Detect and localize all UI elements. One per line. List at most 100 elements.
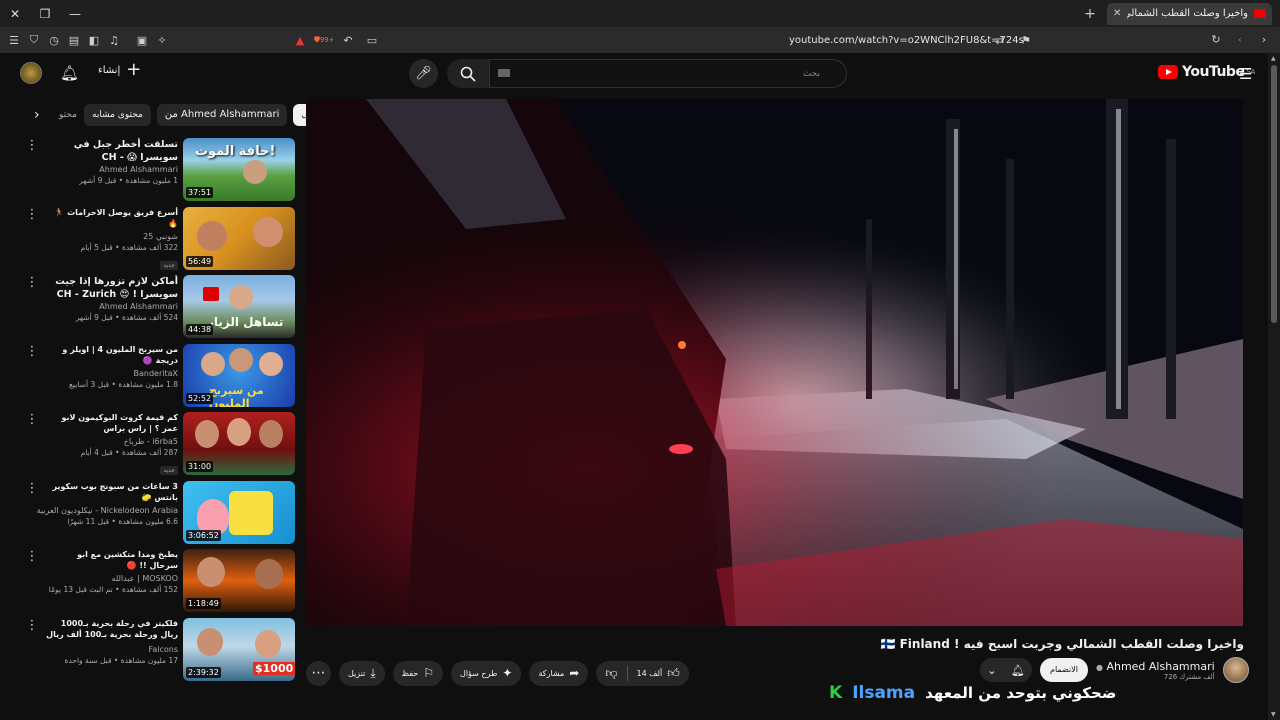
download-button[interactable]: تنزيل ⤓ <box>339 660 385 686</box>
list-item[interactable]: ⋮ أماكن لازم تزورها إذا جيت سويسرا ! 😍 C… <box>20 275 296 344</box>
video-player[interactable] <box>306 99 1243 626</box>
channel-name[interactable]: ● Ahmed Alshammari <box>1096 660 1215 673</box>
video-thumbnail[interactable]: من سيربح المليون 52:52 <box>183 343 295 407</box>
video-stats: 6.6 مليون مشاهدة • قبل 11 شهرًا <box>67 516 178 526</box>
chip-partial[interactable]: محتو <box>56 104 78 126</box>
tabs-icon[interactable]: ▤ <box>66 32 82 48</box>
notifications-icon[interactable]: 🔔︎ <box>60 64 79 82</box>
create-button[interactable]: إنشاء + <box>98 61 141 79</box>
search-input[interactable]: بحث <box>489 59 847 88</box>
minimize-window-icon[interactable]: — <box>60 0 90 27</box>
restore-window-icon[interactable]: ❐ <box>30 0 60 27</box>
forward-icon[interactable]: › <box>1256 31 1272 47</box>
thumb-text: حافة الموت! <box>195 144 276 159</box>
scroll-down-icon[interactable]: ▼ <box>1271 711 1276 718</box>
channel-name[interactable]: Ahmed Alshammari <box>46 165 178 174</box>
video-title[interactable]: تسلقت أخطر جبل في سويسرا 😱 - CH Switzerl… <box>46 138 178 162</box>
scroll-thumb[interactable] <box>1271 65 1277 323</box>
guide-menu-icon[interactable]: ☰ <box>1239 65 1252 83</box>
list-item[interactable]: ⋮ أسرع فريق يوصل الاحرامات 🏃 🔥 شونبي 25 … <box>20 206 296 276</box>
channel-name[interactable]: شونبي 25 <box>46 232 178 241</box>
chip-from-channel[interactable]: من Ahmed Alshammari <box>156 104 288 126</box>
channel-name[interactable]: BanderitaX <box>46 369 179 378</box>
dislike-button[interactable]: 👎︎ <box>596 661 626 686</box>
more-options-icon[interactable]: ⋮ <box>24 275 40 290</box>
undo-icon[interactable]: ↶ <box>340 32 356 48</box>
video-title[interactable]: أماكن لازم تزورها إذا جيت سويسرا ! 😍 CH … <box>46 275 178 299</box>
more-options-icon[interactable]: ⋮ <box>24 481 40 496</box>
more-options-icon[interactable]: ⋮ <box>24 207 40 222</box>
list-item[interactable]: ⋮ 3 ساعات من سبونج بوب سكوير بانتس 🧽 Nic… <box>20 480 296 550</box>
more-actions-button[interactable]: ⋯ <box>306 660 331 686</box>
video-duration: 44:38 <box>186 324 214 335</box>
ask-button[interactable]: طرح سؤال ✦ <box>451 660 522 686</box>
channel-name[interactable]: Ahmed Alshammari <box>46 302 178 311</box>
list-item[interactable]: ⋮ تسلقت أخطر جبل في سويسرا 😱 - CH Switze… <box>20 138 296 207</box>
channel-name[interactable]: Falcons <box>46 645 178 654</box>
list-item[interactable]: ⋮ من سيربح المليون 4 | اويلر و دريجة 🟣 B… <box>20 343 296 413</box>
page-scrollbar[interactable]: ▲ ▼ <box>1268 53 1280 720</box>
more-options-icon[interactable]: ⋮ <box>24 344 40 359</box>
reader-icon[interactable]: ▣ <box>134 32 150 48</box>
video-thumbnail[interactable]: 31:00 <box>183 412 295 475</box>
search-button[interactable] <box>447 59 489 88</box>
close-tab-icon[interactable]: ✕ <box>1113 8 1121 19</box>
more-options-icon[interactable]: ⋮ <box>24 618 40 633</box>
shield-icon[interactable]: ⛉ <box>26 32 42 48</box>
notification-bell-button[interactable]: ⌄ 🔔︎ <box>980 658 1032 682</box>
close-window-icon[interactable]: ✕ <box>0 0 30 27</box>
channel-name[interactable]: MOSKOO | عبدالله <box>46 574 178 583</box>
share-button[interactable]: مشاركة ➦ <box>529 660 589 686</box>
channel-name[interactable]: i6rba5 - طرباخ <box>46 437 178 446</box>
extensions-icon[interactable]: ✧ <box>154 32 170 48</box>
channel-avatar[interactable] <box>1222 657 1249 683</box>
video-title[interactable]: 3 ساعات من سبونج بوب سكوير بانتس 🧽 <box>46 481 178 503</box>
like-button[interactable]: 14 ألف 👍︎ <box>628 661 689 686</box>
screen-icon[interactable]: ▭ <box>364 32 380 48</box>
history-icon[interactable]: ◷ <box>46 32 62 48</box>
video-thumbnail[interactable]: 56:49 <box>183 206 295 270</box>
video-thumbnail[interactable]: تساهل الزيار 44:38 <box>183 275 295 338</box>
video-thumbnail[interactable]: 3:06:52 <box>183 480 295 544</box>
address-bar[interactable]: youtube.com/watch?v=o2WNClh2FU8&t=724s <box>789 35 1024 46</box>
list-item[interactable]: ⋮ فلكيتر في رحلة بحرية بـ1000 ريال ورحلة… <box>20 617 296 687</box>
save-button[interactable]: حفظ ⚐ <box>392 660 444 686</box>
video-title[interactable]: من سيربح المليون 4 | اويلر و دريجة 🟣 <box>46 344 178 366</box>
brave-shield-icon[interactable]: ⛊ 99+ <box>314 32 334 48</box>
video-title[interactable]: أسرع فريق يوصل الاحرامات 🏃 🔥 <box>46 207 178 229</box>
video-stats: 287 ألف مشاهدة • قبل 4 أيام <box>80 448 178 457</box>
new-tab-icon[interactable]: + <box>1079 6 1101 22</box>
video-title[interactable]: يطبخ ومدا متكشين مع ابو سرحال !! 🔴 <box>46 549 178 571</box>
chip-related[interactable]: محتوى مشابه <box>84 104 151 126</box>
list-item[interactable]: ⋮ كم قيمة كروت البوكيمون لابو عمر ؟ | را… <box>20 412 296 481</box>
video-thumbnail[interactable]: $1000 2:39:32 <box>183 617 295 681</box>
video-title[interactable]: فلكيتر في رحلة بحرية بـ1000 ريال ورحلة ب… <box>46 618 178 642</box>
video-thumbnail[interactable]: 1:18:49 <box>183 549 295 612</box>
more-options-icon[interactable]: ⋮ <box>24 138 40 153</box>
video-thumbnail[interactable]: حافة الموت! 37:51 <box>183 138 295 201</box>
sidebar-icon[interactable]: ◧ <box>86 32 102 48</box>
menu-icon[interactable]: ☰ <box>6 32 22 48</box>
more-options-icon[interactable]: ⋮ <box>24 412 40 427</box>
music-icon[interactable]: ♫ <box>106 32 122 48</box>
list-item[interactable]: ⋮ يطبخ ومدا متكشين مع ابو سرحال !! 🔴 MOS… <box>20 549 296 618</box>
site-settings-icon[interactable]: ⇄ <box>992 32 1008 48</box>
chevron-right-icon[interactable]: › <box>34 107 50 123</box>
scroll-up-icon[interactable]: ▲ <box>1271 55 1276 62</box>
join-button[interactable]: الانضمام <box>1040 658 1088 682</box>
ask-label: طرح سؤال <box>460 668 498 678</box>
caption-text: ضحكوني بتوحد من المعهد <box>925 684 1117 702</box>
more-options-icon[interactable]: ⋮ <box>24 549 40 564</box>
voice-search-icon[interactable]: 🎤︎ <box>409 59 438 88</box>
account-avatar[interactable] <box>20 62 42 84</box>
reload-icon[interactable]: ↻ <box>1208 31 1224 47</box>
channel-name[interactable]: Nickelodeon Arabia - نيكلوديون العربية <box>37 506 178 515</box>
video-title[interactable]: كم قيمة كروت البوكيمون لابو عمر ؟ | راس … <box>46 412 178 434</box>
related-videos: ⋮ تسلقت أخطر جبل في سويسرا 😱 - CH Switze… <box>20 138 296 686</box>
back-icon[interactable]: ‹ <box>1232 31 1248 47</box>
vivaldi-icon[interactable]: ▲ <box>292 32 308 48</box>
video-stats: 1 مليون مشاهدة • قبل 9 أشهر <box>79 176 178 185</box>
browser-tab[interactable]: واخيرا وصلت القطب الشمالي وجر ✕ <box>1107 2 1272 25</box>
bookmark-icon[interactable]: ⚑ <box>1018 32 1034 48</box>
keyboard-icon[interactable] <box>498 69 510 77</box>
